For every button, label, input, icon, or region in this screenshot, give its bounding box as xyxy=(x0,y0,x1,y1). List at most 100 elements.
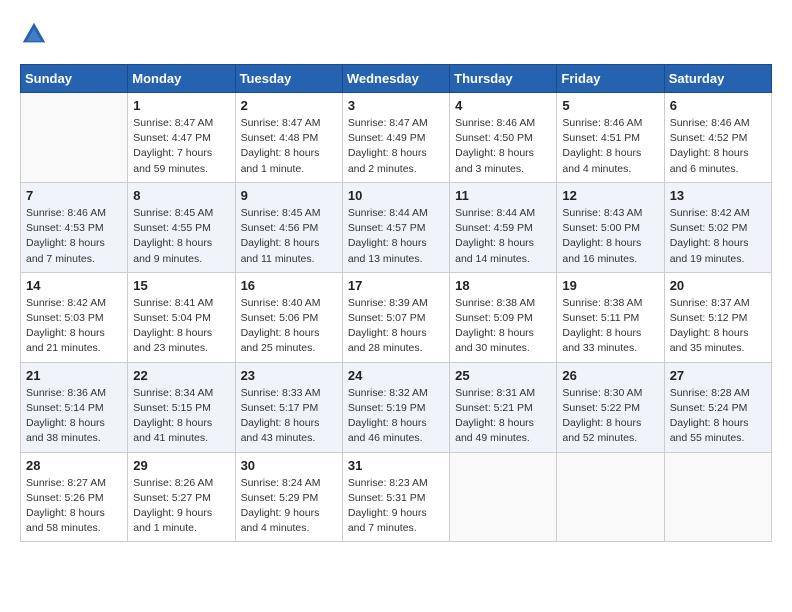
day-info: Sunrise: 8:44 AM Sunset: 4:57 PM Dayligh… xyxy=(348,206,444,267)
day-number: 13 xyxy=(670,188,766,203)
day-info: Sunrise: 8:43 AM Sunset: 5:00 PM Dayligh… xyxy=(562,206,658,267)
day-number: 28 xyxy=(26,458,122,473)
day-info: Sunrise: 8:42 AM Sunset: 5:03 PM Dayligh… xyxy=(26,296,122,357)
day-info: Sunrise: 8:42 AM Sunset: 5:02 PM Dayligh… xyxy=(670,206,766,267)
calendar-cell: 8Sunrise: 8:45 AM Sunset: 4:55 PM Daylig… xyxy=(128,182,235,272)
weekday-header-friday: Friday xyxy=(557,65,664,93)
calendar-cell: 6 Sunrise: 8:46 AM Sunset: 4:52 PM Daylig… xyxy=(664,93,771,183)
day-number: 22 xyxy=(133,368,229,383)
day-info: Sunrise: 8:40 AM Sunset: 5:06 PM Dayligh… xyxy=(241,296,337,357)
day-info: Sunrise: 8:44 AM Sunset: 4:59 PM Dayligh… xyxy=(455,206,551,267)
weekday-header-tuesday: Tuesday xyxy=(235,65,342,93)
day-info: Sunrise: 8:24 AM Sunset: 5:29 PM Dayligh… xyxy=(241,476,337,537)
calendar-cell: 11 Sunrise: 8:44 AM Sunset: 4:59 PM Dayli… xyxy=(450,182,557,272)
day-number: 19 xyxy=(562,278,658,293)
day-info: Sunrise: 8:23 AM Sunset: 5:31 PM Dayligh… xyxy=(348,476,444,537)
calendar-cell: 28 Sunrise: 8:27 AM Sunset: 5:26 PM Dayli… xyxy=(21,452,128,542)
calendar-cell: 16 Sunrise: 8:40 AM Sunset: 5:06 PM Dayli… xyxy=(235,272,342,362)
day-info: Sunrise: 8:28 AM Sunset: 5:24 PM Dayligh… xyxy=(670,386,766,447)
week-row-2: 7 Sunrise: 8:46 AM Sunset: 4:53 PM Daylig… xyxy=(21,182,772,272)
calendar-cell: 31 Sunrise: 8:23 AM Sunset: 5:31 PM Dayli… xyxy=(342,452,449,542)
calendar-cell: 2 Sunrise: 8:47 AM Sunset: 4:48 PM Daylig… xyxy=(235,93,342,183)
calendar-cell: 7 Sunrise: 8:46 AM Sunset: 4:53 PM Daylig… xyxy=(21,182,128,272)
calendar-cell: 10Sunrise: 8:44 AM Sunset: 4:57 PM Dayli… xyxy=(342,182,449,272)
day-number: 6 xyxy=(670,98,766,113)
day-info: Sunrise: 8:41 AM Sunset: 5:04 PM Dayligh… xyxy=(133,296,229,357)
day-info: Sunrise: 8:47 AM Sunset: 4:47 PM Dayligh… xyxy=(133,116,229,177)
day-info: Sunrise: 8:26 AM Sunset: 5:27 PM Dayligh… xyxy=(133,476,229,537)
day-number: 23 xyxy=(241,368,337,383)
week-row-1: 1 Sunrise: 8:47 AM Sunset: 4:47 PM Daylig… xyxy=(21,93,772,183)
calendar-cell: 22 Sunrise: 8:34 AM Sunset: 5:15 PM Dayli… xyxy=(128,362,235,452)
day-info: Sunrise: 8:47 AM Sunset: 4:48 PM Dayligh… xyxy=(241,116,337,177)
day-number: 3 xyxy=(348,98,444,113)
day-number: 16 xyxy=(241,278,337,293)
calendar-cell xyxy=(450,452,557,542)
day-info: Sunrise: 8:47 AM Sunset: 4:49 PM Dayligh… xyxy=(348,116,444,177)
calendar-cell: 20 Sunrise: 8:37 AM Sunset: 5:12 PM Dayli… xyxy=(664,272,771,362)
day-info: Sunrise: 8:34 AM Sunset: 5:15 PM Dayligh… xyxy=(133,386,229,447)
calendar-cell: 18 Sunrise: 8:38 AM Sunset: 5:09 PM Dayli… xyxy=(450,272,557,362)
day-info: Sunrise: 8:45 AM Sunset: 4:56 PM Dayligh… xyxy=(241,206,337,267)
day-number: 12 xyxy=(562,188,658,203)
day-number: 26 xyxy=(562,368,658,383)
calendar-cell: 25 Sunrise: 8:31 AM Sunset: 5:21 PM Dayli… xyxy=(450,362,557,452)
calendar-cell: 27 Sunrise: 8:28 AM Sunset: 5:24 PM Dayli… xyxy=(664,362,771,452)
day-number: 9 xyxy=(241,188,337,203)
calendar-cell: 3 Sunrise: 8:47 AM Sunset: 4:49 PM Daylig… xyxy=(342,93,449,183)
day-number: 27 xyxy=(670,368,766,383)
day-number: 24 xyxy=(348,368,444,383)
weekday-header-sunday: Sunday xyxy=(21,65,128,93)
day-info: Sunrise: 8:33 AM Sunset: 5:17 PM Dayligh… xyxy=(241,386,337,447)
weekday-header-row: SundayMondayTuesdayWednesdayThursdayFrid… xyxy=(21,65,772,93)
day-info: Sunrise: 8:46 AM Sunset: 4:53 PM Dayligh… xyxy=(26,206,122,267)
day-info: Sunrise: 8:36 AM Sunset: 5:14 PM Dayligh… xyxy=(26,386,122,447)
calendar-cell: 21 Sunrise: 8:36 AM Sunset: 5:14 PM Dayli… xyxy=(21,362,128,452)
day-info: Sunrise: 8:31 AM Sunset: 5:21 PM Dayligh… xyxy=(455,386,551,447)
day-info: Sunrise: 8:46 AM Sunset: 4:51 PM Dayligh… xyxy=(562,116,658,177)
day-number: 18 xyxy=(455,278,551,293)
logo-icon xyxy=(20,20,48,48)
header xyxy=(20,20,772,48)
week-row-5: 28 Sunrise: 8:27 AM Sunset: 5:26 PM Dayli… xyxy=(21,452,772,542)
calendar-cell: 19 Sunrise: 8:38 AM Sunset: 5:11 PM Dayli… xyxy=(557,272,664,362)
day-info: Sunrise: 8:38 AM Sunset: 5:09 PM Dayligh… xyxy=(455,296,551,357)
day-number: 29 xyxy=(133,458,229,473)
day-number: 25 xyxy=(455,368,551,383)
weekday-header-thursday: Thursday xyxy=(450,65,557,93)
day-number: 21 xyxy=(26,368,122,383)
calendar-cell: 24Sunrise: 8:32 AM Sunset: 5:19 PM Dayli… xyxy=(342,362,449,452)
calendar-cell xyxy=(557,452,664,542)
day-number: 7 xyxy=(26,188,122,203)
day-number: 2 xyxy=(241,98,337,113)
day-info: Sunrise: 8:37 AM Sunset: 5:12 PM Dayligh… xyxy=(670,296,766,357)
weekday-header-wednesday: Wednesday xyxy=(342,65,449,93)
day-number: 8 xyxy=(133,188,229,203)
day-info: Sunrise: 8:30 AM Sunset: 5:22 PM Dayligh… xyxy=(562,386,658,447)
calendar-cell: 17 Sunrise: 8:39 AM Sunset: 5:07 PM Dayli… xyxy=(342,272,449,362)
day-number: 20 xyxy=(670,278,766,293)
day-number: 5 xyxy=(562,98,658,113)
day-info: Sunrise: 8:46 AM Sunset: 4:52 PM Dayligh… xyxy=(670,116,766,177)
calendar-cell xyxy=(664,452,771,542)
day-number: 1 xyxy=(133,98,229,113)
day-number: 4 xyxy=(455,98,551,113)
day-number: 14 xyxy=(26,278,122,293)
calendar-cell xyxy=(21,93,128,183)
calendar-cell: 12 Sunrise: 8:43 AM Sunset: 5:00 PM Dayli… xyxy=(557,182,664,272)
day-info: Sunrise: 8:38 AM Sunset: 5:11 PM Dayligh… xyxy=(562,296,658,357)
calendar-cell: 15 Sunrise: 8:41 AM Sunset: 5:04 PM Dayli… xyxy=(128,272,235,362)
calendar-cell: 5 Sunrise: 8:46 AM Sunset: 4:51 PM Daylig… xyxy=(557,93,664,183)
day-info: Sunrise: 8:39 AM Sunset: 5:07 PM Dayligh… xyxy=(348,296,444,357)
calendar-cell: 29 Sunrise: 8:26 AM Sunset: 5:27 PM Dayli… xyxy=(128,452,235,542)
calendar-cell: 9 Sunrise: 8:45 AM Sunset: 4:56 PM Daylig… xyxy=(235,182,342,272)
calendar-cell: 1 Sunrise: 8:47 AM Sunset: 4:47 PM Daylig… xyxy=(128,93,235,183)
day-number: 11 xyxy=(455,188,551,203)
week-row-3: 14 Sunrise: 8:42 AM Sunset: 5:03 PM Dayli… xyxy=(21,272,772,362)
day-number: 31 xyxy=(348,458,444,473)
calendar-cell: 26 Sunrise: 8:30 AM Sunset: 5:22 PM Dayli… xyxy=(557,362,664,452)
day-number: 15 xyxy=(133,278,229,293)
day-number: 30 xyxy=(241,458,337,473)
day-info: Sunrise: 8:27 AM Sunset: 5:26 PM Dayligh… xyxy=(26,476,122,537)
day-number: 17 xyxy=(348,278,444,293)
